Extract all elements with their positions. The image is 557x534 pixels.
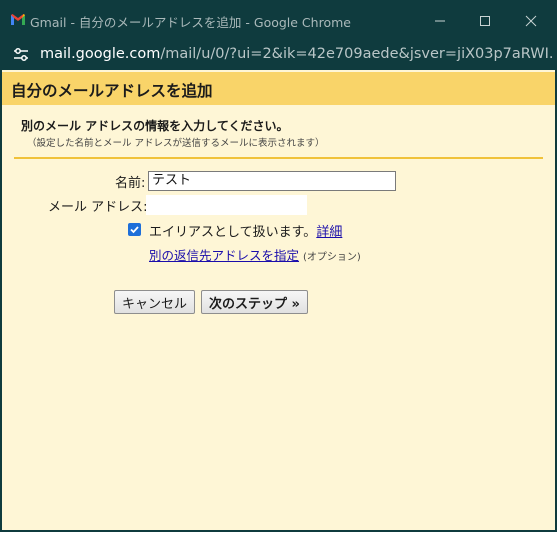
reply-to-link[interactable]: 別の返信先アドレスを指定: [149, 248, 299, 263]
alias-row: エイリアスとして扱います。詳細: [149, 221, 342, 240]
window-title: Gmail - 自分のメールアドレスを追加 - Google Chrome: [30, 15, 351, 30]
checkmark-icon: [130, 226, 139, 234]
instruction-heading: 別のメール アドレスの情報を入力してください。: [21, 119, 289, 133]
reply-to-row: 別の返信先アドレスを指定 (オプション): [149, 245, 361, 264]
name-label: 名前:: [115, 176, 146, 191]
minimize-icon: [435, 20, 445, 22]
next-step-button[interactable]: 次のステップ »: [201, 290, 308, 314]
alias-details-link[interactable]: 詳細: [316, 225, 342, 240]
url-path: /mail/u/0/?ui=2&ik=42e709aede&jsver=jiX0…: [160, 46, 552, 62]
divider: [14, 157, 543, 159]
close-icon: [525, 15, 537, 27]
cancel-button[interactable]: キャンセル: [114, 290, 195, 314]
minimize-button[interactable]: [425, 8, 455, 34]
optional-note: (オプション): [303, 252, 361, 263]
email-label: メール アドレス:: [48, 200, 148, 215]
site-settings-icon[interactable]: [12, 47, 30, 63]
maximize-icon: [480, 16, 490, 26]
chrome-popup-window: Gmail - 自分のメールアドレスを追加 - Google Chrome ma…: [0, 0, 557, 532]
close-button[interactable]: [516, 8, 546, 34]
url-host: mail.google.com: [40, 46, 161, 62]
name-input[interactable]: [148, 171, 396, 191]
maximize-button[interactable]: [470, 8, 500, 34]
address-bar[interactable]: mail.google.com/mail/u/0/?ui=2&ik=42e709…: [2, 40, 555, 70]
alias-checkbox[interactable]: [128, 223, 141, 236]
url-text[interactable]: mail.google.com/mail/u/0/?ui=2&ik=42e709…: [40, 46, 552, 62]
instruction-note: （設定した名前とメール アドレスが送信するメールに表示されます）: [27, 138, 325, 149]
email-input[interactable]: [146, 195, 307, 215]
form-panel: 別のメール アドレスの情報を入力してください。 （設定した名前とメール アドレス…: [2, 105, 555, 530]
page-title: 自分のメールアドレスを追加: [11, 82, 213, 100]
gmail-logo-icon: [11, 14, 25, 25]
alias-label: エイリアスとして扱います。: [149, 225, 317, 240]
title-bar[interactable]: Gmail - 自分のメールアドレスを追加 - Google Chrome: [2, 0, 555, 40]
page-header: 自分のメールアドレスを追加: [2, 72, 555, 105]
